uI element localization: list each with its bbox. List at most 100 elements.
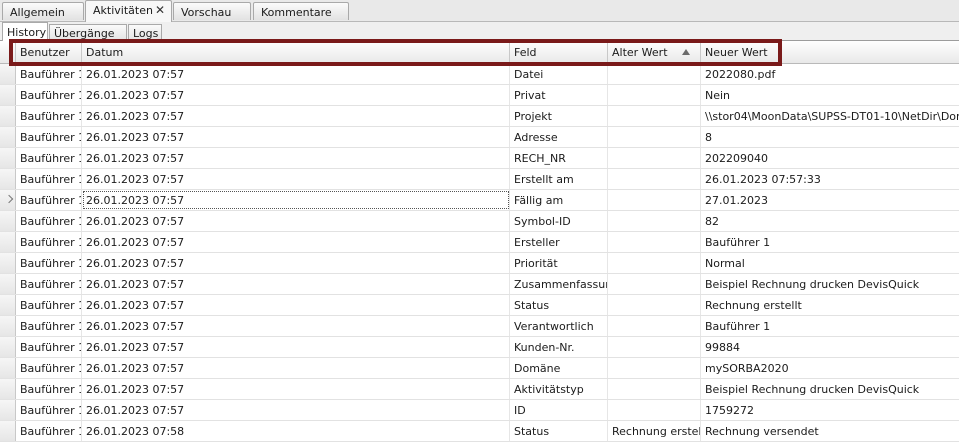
cell-feld[interactable]: Kunden-Nr. xyxy=(510,337,608,357)
row-indicator[interactable] xyxy=(0,253,16,273)
cell-feld[interactable]: Adresse xyxy=(510,127,608,147)
row-indicator[interactable] xyxy=(0,421,16,441)
cell-datum[interactable]: 26.01.2023 07:57 xyxy=(82,106,510,126)
cell-alter-wert[interactable] xyxy=(608,358,701,378)
subtab-logs[interactable]: Logs xyxy=(128,24,162,40)
cell-neuer-wert[interactable]: 8 xyxy=(701,127,959,147)
table-row[interactable]: Bauführer 1 26.01.2023 07:57 Erstellt am 26… xyxy=(0,169,959,190)
cell-neuer-wert[interactable]: Beispiel Rechnung drucken DevisQuick xyxy=(701,379,959,399)
cell-neuer-wert[interactable]: Bauführer 1 xyxy=(701,232,959,252)
cell-neuer-wert[interactable]: 202209040 xyxy=(701,148,959,168)
cell-neuer-wert[interactable]: 82 xyxy=(701,211,959,231)
cell-benutzer[interactable]: Bauführer 1 xyxy=(16,274,82,294)
cell-feld[interactable]: Privat xyxy=(510,85,608,105)
cell-alter-wert[interactable] xyxy=(608,316,701,336)
row-indicator[interactable] xyxy=(0,379,16,399)
cell-datum[interactable]: 26.01.2023 07:57 xyxy=(82,64,510,84)
cell-alter-wert[interactable] xyxy=(608,337,701,357)
row-indicator[interactable] xyxy=(0,400,16,420)
cell-datum[interactable]: 26.01.2023 07:57 xyxy=(82,169,510,189)
table-row[interactable]: Bauführer 1 26.01.2023 07:57 Zusammenfassu… xyxy=(0,274,959,295)
table-row[interactable]: Bauführer 1 26.01.2023 07:57 Priorität Norm… xyxy=(0,253,959,274)
tab-vorschau[interactable]: Vorschau xyxy=(173,2,251,20)
row-indicator[interactable] xyxy=(0,127,16,147)
row-indicator[interactable] xyxy=(0,337,16,357)
cell-alter-wert[interactable] xyxy=(608,232,701,252)
table-row[interactable]: Bauführer 1 26.01.2023 07:57 Adresse 8 xyxy=(0,127,959,148)
cell-alter-wert[interactable] xyxy=(608,400,701,420)
cell-benutzer[interactable]: Bauführer 1 xyxy=(16,148,82,168)
cell-datum[interactable]: 26.01.2023 07:57 xyxy=(82,295,510,315)
cell-neuer-wert[interactable]: Normal xyxy=(701,253,959,273)
table-row[interactable]: Bauführer 1 26.01.2023 07:57 Symbol-ID 82 xyxy=(0,211,959,232)
cell-feld[interactable]: Erstellt am xyxy=(510,169,608,189)
row-indicator[interactable] xyxy=(0,85,16,105)
table-row[interactable]: Bauführer 1 26.01.2023 07:57 Kunden-Nr. 998… xyxy=(0,337,959,358)
table-row[interactable]: Bauführer 1 26.01.2023 07:57 Datei 2022080.… xyxy=(0,64,959,85)
row-indicator[interactable] xyxy=(0,295,16,315)
cell-benutzer[interactable]: Bauführer 1 xyxy=(16,316,82,336)
tab-kommentare[interactable]: Kommentare xyxy=(253,2,349,20)
cell-feld[interactable]: Fällig am xyxy=(510,190,608,210)
cell-alter-wert[interactable] xyxy=(608,106,701,126)
cell-feld[interactable]: Domäne xyxy=(510,358,608,378)
cell-alter-wert[interactable] xyxy=(608,127,701,147)
table-row[interactable]: Bauführer 1 26.01.2023 07:57 Aktivitätstyp… xyxy=(0,379,959,400)
cell-datum[interactable]: 26.01.2023 07:57 xyxy=(82,148,510,168)
cell-neuer-wert[interactable]: 99884 xyxy=(701,337,959,357)
cell-benutzer[interactable]: Bauführer 1 xyxy=(16,253,82,273)
table-row[interactable]: Bauführer 1 26.01.2023 07:57 RECH_NR 202209… xyxy=(0,148,959,169)
cell-benutzer[interactable]: Bauführer 1 xyxy=(16,379,82,399)
cell-neuer-wert[interactable]: mySORBA2020 xyxy=(701,358,959,378)
cell-feld[interactable]: Priorität xyxy=(510,253,608,273)
cell-alter-wert[interactable] xyxy=(608,379,701,399)
row-indicator[interactable] xyxy=(0,316,16,336)
table-row[interactable]: Bauführer 1 26.01.2023 07:57 Projekt \\stor… xyxy=(0,106,959,127)
cell-benutzer[interactable]: Bauführer 1 xyxy=(16,358,82,378)
cell-neuer-wert[interactable]: Rechnung versendet xyxy=(701,421,959,441)
cell-datum[interactable]: 26.01.2023 07:57 xyxy=(82,274,510,294)
cell-benutzer[interactable]: Bauführer 1 xyxy=(16,337,82,357)
cell-benutzer[interactable]: Bauführer 1 xyxy=(16,190,82,210)
cell-datum[interactable]: 26.01.2023 07:57 xyxy=(82,127,510,147)
row-indicator[interactable] xyxy=(0,148,16,168)
cell-neuer-wert[interactable]: 1759272 xyxy=(701,400,959,420)
cell-neuer-wert[interactable]: 26.01.2023 07:57:33 xyxy=(701,169,959,189)
cell-benutzer[interactable]: Bauführer 1 xyxy=(16,421,82,441)
cell-datum[interactable]: 26.01.2023 07:57 xyxy=(82,358,510,378)
table-row[interactable]: Bauführer 1 26.01.2023 07:57 Fällig am 27.0… xyxy=(0,190,959,211)
cell-feld[interactable]: Ersteller xyxy=(510,232,608,252)
row-indicator[interactable] xyxy=(0,64,16,84)
cell-alter-wert[interactable] xyxy=(608,85,701,105)
cell-alter-wert[interactable] xyxy=(608,295,701,315)
cell-datum[interactable]: 26.01.2023 07:57 xyxy=(82,190,510,210)
cell-datum[interactable]: 26.01.2023 07:57 xyxy=(82,85,510,105)
cell-feld[interactable]: ID xyxy=(510,400,608,420)
cell-neuer-wert[interactable]: Nein xyxy=(701,85,959,105)
cell-alter-wert[interactable] xyxy=(608,274,701,294)
cell-feld[interactable]: Zusammenfassung xyxy=(510,274,608,294)
row-indicator[interactable] xyxy=(0,211,16,231)
row-indicator[interactable] xyxy=(0,358,16,378)
cell-neuer-wert[interactable]: Beispiel Rechnung drucken DevisQuick xyxy=(701,274,959,294)
cell-benutzer[interactable]: Bauführer 1 xyxy=(16,106,82,126)
cell-feld[interactable]: Status xyxy=(510,421,608,441)
cell-feld[interactable]: Aktivitätstyp xyxy=(510,379,608,399)
cell-benutzer[interactable]: Bauführer 1 xyxy=(16,64,82,84)
table-row[interactable]: Bauführer 1 26.01.2023 07:57 Domäne mySORBA… xyxy=(0,358,959,379)
cell-datum[interactable]: 26.01.2023 07:57 xyxy=(82,337,510,357)
subtab-uebergaenge[interactable]: Übergänge xyxy=(49,24,127,40)
cell-benutzer[interactable]: Bauführer 1 xyxy=(16,232,82,252)
table-row[interactable]: Bauführer 1 26.01.2023 07:57 ID 1759272 xyxy=(0,400,959,421)
cell-neuer-wert[interactable]: \\stor04\MoonData\SUPSS-DT01-10\NetDir\D… xyxy=(701,106,959,126)
close-icon[interactable]: ✕ xyxy=(155,3,165,17)
cell-alter-wert[interactable] xyxy=(608,169,701,189)
cell-feld[interactable]: Projekt xyxy=(510,106,608,126)
row-indicator[interactable] xyxy=(0,232,16,252)
table-row[interactable]: Bauführer 1 26.01.2023 07:57 Ersteller Bauf… xyxy=(0,232,959,253)
table-row[interactable]: Bauführer 1 26.01.2023 07:57 Status Rechnun… xyxy=(0,295,959,316)
cell-feld[interactable]: Symbol-ID xyxy=(510,211,608,231)
cell-benutzer[interactable]: Bauführer 1 xyxy=(16,127,82,147)
cell-benutzer[interactable]: Bauführer 1 xyxy=(16,85,82,105)
cell-datum[interactable]: 26.01.2023 07:57 xyxy=(82,211,510,231)
